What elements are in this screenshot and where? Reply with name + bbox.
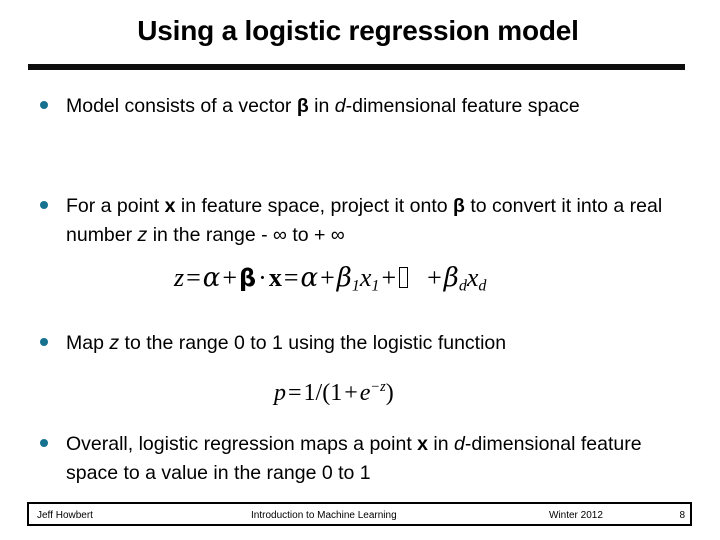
- missing-glyph-box: [399, 267, 409, 288]
- list-item-label: Overall, logistic regression maps a poin…: [66, 433, 642, 484]
- bullet-dot-icon: [40, 201, 48, 209]
- bullet-dot-icon: [40, 338, 48, 346]
- list-item: Model consists of a vector β in d-dimens…: [40, 92, 655, 121]
- footer: Jeff Howbert Introduction to Machine Lea…: [27, 502, 692, 526]
- footer-page-number: 8: [679, 510, 685, 521]
- list-item: For a point x in feature space, project …: [40, 192, 690, 250]
- slide: Using a logistic regression model Model …: [0, 0, 720, 540]
- footer-term: Winter 2012: [549, 510, 603, 521]
- equation-logistic-function: p=1/(1+e−z): [274, 379, 394, 406]
- list-item: Map z to the range 0 to 1 using the logi…: [40, 329, 660, 358]
- list-item-label: Model consists of a vector β in d-dimens…: [66, 95, 580, 117]
- footer-author: Jeff Howbert: [37, 510, 93, 521]
- bullet-dot-icon: [40, 101, 48, 109]
- bullet-dot-icon: [40, 439, 48, 447]
- list-item-label: Map z to the range 0 to 1 using the logi…: [66, 332, 507, 354]
- equation-linear-predictor: z=α+β·x=α+β1x1+ +βdxd: [174, 263, 487, 295]
- list-item: Overall, logistic regression maps a poin…: [40, 430, 670, 488]
- list-item-label: For a point x in feature space, project …: [66, 195, 663, 246]
- footer-course-title: Introduction to Machine Learning: [251, 510, 397, 521]
